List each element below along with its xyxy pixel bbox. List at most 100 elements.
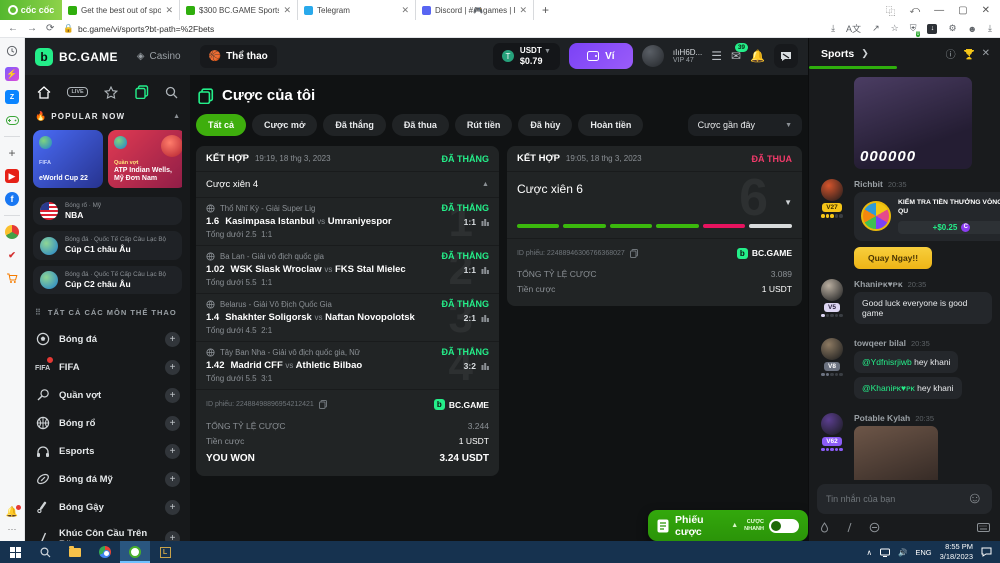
info-icon[interactable]: ⓘ bbox=[946, 46, 956, 61]
betslip-button[interactable]: Phiếu cược ▲ CƯỢCNHANH bbox=[648, 510, 808, 541]
bet-name-row[interactable]: Cược xiên 4 ▲ bbox=[196, 172, 499, 198]
new-tab-button[interactable]: + bbox=[534, 3, 557, 17]
chat-image[interactable]: 000000 bbox=[854, 77, 972, 169]
file-explorer-icon[interactable] bbox=[60, 541, 90, 563]
url-field[interactable]: 🔒 bc.game/vi/sports?bt-path=%2Fbets bbox=[63, 23, 822, 34]
tab-close-icon[interactable]: ✕ bbox=[519, 5, 527, 16]
volume-icon[interactable]: 🔊 bbox=[898, 548, 907, 557]
expand-plus-icon[interactable]: + bbox=[165, 416, 180, 431]
cart-icon[interactable] bbox=[5, 271, 19, 285]
history-icon[interactable] bbox=[5, 44, 19, 58]
rain-icon[interactable] bbox=[819, 522, 830, 533]
taskbar-clock[interactable]: 8:55 PM 3/18/2023 bbox=[940, 542, 973, 562]
bookmark-star-icon[interactable]: ☆ bbox=[891, 23, 899, 34]
expand-plus-icon[interactable]: + bbox=[165, 388, 180, 403]
nav-casino[interactable]: ◈ Casino bbox=[128, 45, 190, 68]
home-icon[interactable] bbox=[37, 86, 51, 99]
coccoc-logo[interactable]: cốc cốc bbox=[0, 0, 62, 20]
sidebar-item-esports[interactable]: Esports + bbox=[33, 437, 182, 465]
coin-drop-icon[interactable] bbox=[869, 522, 880, 533]
featured-event[interactable]: Bóng đá · Quốc Tế Cấp Câu Lạc Bộ Cúp C1 … bbox=[33, 231, 182, 259]
wallet-button[interactable]: Ví bbox=[569, 43, 633, 69]
sidebar-item-amfootball[interactable]: Bóng đá Mỹ + bbox=[33, 465, 182, 493]
vip-progress-icon[interactable]: ☰ bbox=[711, 49, 722, 63]
share-icon[interactable]: ↗ bbox=[872, 23, 880, 34]
sidebar-item-tennis[interactable]: Quần vợt + bbox=[33, 381, 182, 409]
chat-room-label[interactable]: Sports bbox=[821, 48, 854, 60]
forward-icon[interactable]: → bbox=[27, 23, 37, 34]
my-bets-icon[interactable] bbox=[135, 85, 149, 99]
tray-chevron-icon[interactable]: ∧ bbox=[867, 548, 873, 557]
tab-close-icon[interactable]: ✕ bbox=[165, 5, 173, 16]
expand-plus-icon[interactable]: + bbox=[165, 472, 180, 487]
taskbar-search-icon[interactable] bbox=[30, 541, 60, 563]
league-of-legends-icon[interactable]: L bbox=[150, 541, 180, 563]
adblock-shield-icon[interactable]: ⛨0 bbox=[910, 23, 917, 34]
mail-icon[interactable]: ✉39 bbox=[731, 49, 741, 63]
avatar[interactable] bbox=[821, 179, 843, 201]
check-site-icon[interactable]: ✔ bbox=[5, 248, 19, 262]
featured-event[interactable]: Bóng rổ · Mỹ NBA bbox=[33, 197, 182, 225]
avatar[interactable] bbox=[821, 338, 843, 360]
close-icon[interactable]: ✕ bbox=[982, 48, 990, 59]
balance-selector[interactable]: T USDT ▼ $0.79 bbox=[493, 43, 560, 69]
filter-pill[interactable]: Hoàn tiền bbox=[578, 114, 643, 136]
search-icon[interactable] bbox=[165, 86, 178, 99]
expand-plus-icon[interactable]: + bbox=[165, 500, 180, 515]
stats-icon[interactable] bbox=[481, 314, 489, 322]
keyboard-icon[interactable] bbox=[977, 523, 990, 532]
sidebar-item-cricket[interactable]: Bóng Gậy + bbox=[33, 493, 182, 521]
more-icon[interactable]: ⋯ bbox=[7, 524, 16, 535]
downloads-icon[interactable]: ⤓ bbox=[988, 23, 992, 34]
translate-icon[interactable]: A文 bbox=[846, 22, 861, 35]
stats-icon[interactable] bbox=[481, 362, 489, 370]
save-page-icon[interactable]: ⤓ bbox=[831, 23, 835, 34]
sort-dropdown[interactable]: Cược gần đây▼ bbox=[688, 114, 802, 136]
filter-pill[interactable]: Đã hủy bbox=[518, 114, 572, 136]
bcgame-logo[interactable]: b BC.GAME bbox=[35, 48, 118, 66]
user-info[interactable]: ıIıH6D... VIP 47 bbox=[673, 48, 702, 66]
add-shortcut-icon[interactable]: + bbox=[5, 146, 19, 160]
browser-tab[interactable]: Discord | #🎮games | BC G ✕ bbox=[416, 0, 534, 20]
chat-photo[interactable] bbox=[854, 426, 938, 480]
network-icon[interactable] bbox=[880, 548, 890, 557]
bet-name-row[interactable]: 6 Cược xiên 6 ▼ bbox=[507, 172, 802, 239]
avatar[interactable] bbox=[821, 279, 843, 301]
favorites-star-icon[interactable] bbox=[104, 86, 118, 99]
browser-tab[interactable]: Get the best out of sports b ✕ bbox=[62, 0, 180, 20]
chat-input[interactable]: Tin nhắn của bạn ☺ bbox=[817, 484, 992, 514]
sidebar-item-hockey[interactable]: Khúc Côn Cầu Trên Băng + bbox=[33, 521, 182, 541]
games-icon[interactable] bbox=[5, 113, 19, 127]
close-button[interactable]: ✕ bbox=[982, 5, 990, 16]
chat-username[interactable]: Richbit bbox=[854, 179, 883, 189]
expand-plus-icon[interactable]: + bbox=[165, 332, 180, 347]
chrome-icon[interactable] bbox=[90, 541, 120, 563]
chat-username[interactable]: Potable Kylah bbox=[854, 413, 910, 423]
sidebar-item-basketball[interactable]: Bóng rổ + bbox=[33, 409, 182, 437]
coccoc-taskbar-icon[interactable] bbox=[120, 541, 150, 563]
minimize-button[interactable]: — bbox=[934, 5, 944, 16]
stats-icon[interactable] bbox=[481, 266, 489, 274]
featured-event[interactable]: Bóng đá · Quốc Tế Cấp Câu Lạc Bộ Cúp C2 … bbox=[33, 266, 182, 294]
quick-bet-toggle[interactable] bbox=[769, 519, 799, 533]
tab-close-icon[interactable]: ✕ bbox=[283, 5, 291, 16]
expand-plus-icon[interactable]: + bbox=[165, 360, 180, 375]
download-extension-icon[interactable]: ↓ bbox=[927, 24, 937, 34]
nav-sports[interactable]: 🏀 Thể thao bbox=[200, 45, 277, 68]
avatar[interactable] bbox=[821, 413, 843, 435]
chevron-right-icon[interactable]: ❯ bbox=[861, 48, 938, 59]
filter-pill[interactable]: Rút tiền bbox=[455, 114, 513, 136]
expand-plus-icon[interactable]: + bbox=[165, 444, 180, 459]
bet-card-won[interactable]: KẾT HỢP 19:19, 18 thg 3, 2023ĐÃ THẮNG Cư… bbox=[196, 146, 499, 476]
spin-promo-card[interactable]: KIỂM TRA TIỀN THƯỞNG VÒNG QU +$0.25 C bbox=[854, 192, 1000, 241]
reload-icon[interactable]: ⟳ bbox=[46, 23, 54, 34]
popular-now-header[interactable]: 🔥 POPULAR NOW ▲ bbox=[33, 109, 182, 130]
copy-icon[interactable] bbox=[319, 400, 327, 409]
browser-tab[interactable]: Telegram ✕ bbox=[298, 0, 416, 20]
spin-now-button[interactable]: Quay Ngay!! bbox=[854, 247, 932, 269]
youtube-icon[interactable]: ▶ bbox=[5, 169, 19, 183]
restore-tab-icon[interactable]: ⤺ bbox=[909, 5, 920, 16]
start-button[interactable] bbox=[0, 541, 30, 563]
extensions-icon[interactable]: ⚙ bbox=[948, 23, 956, 34]
filter-pill[interactable]: Đã thua bbox=[392, 114, 449, 136]
